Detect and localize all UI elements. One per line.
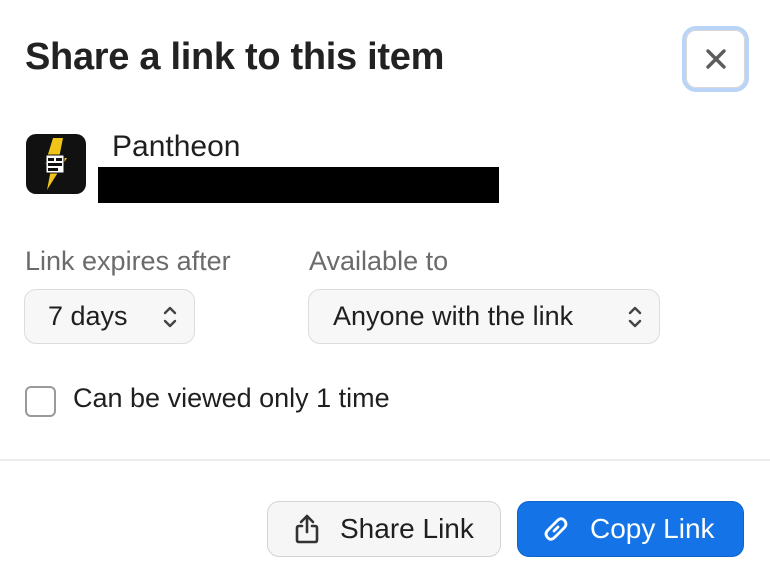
- share-icon: [294, 513, 320, 545]
- availability-select-value: Anyone with the link: [333, 301, 574, 331]
- availability-select[interactable]: Anyone with the link: [308, 289, 660, 344]
- expiry-select-value: 7 days: [48, 301, 128, 331]
- pantheon-app-icon: [26, 134, 86, 194]
- copy-link-button[interactable]: Copy Link: [517, 501, 744, 557]
- copy-link-label: Copy Link: [590, 513, 715, 544]
- chevron-updown-icon: [627, 304, 643, 330]
- item-name: Pantheon: [112, 130, 241, 163]
- available-to-label: Available to: [309, 246, 449, 276]
- redacted-item-detail: [98, 167, 499, 203]
- link-expires-label: Link expires after: [25, 246, 231, 276]
- close-button[interactable]: [682, 26, 749, 92]
- share-link-button[interactable]: Share Link: [267, 501, 501, 557]
- expiry-select[interactable]: 7 days: [24, 289, 195, 344]
- close-button-inner: [686, 30, 745, 88]
- link-icon: [540, 513, 572, 545]
- view-once-label: Can be viewed only 1 time: [73, 383, 390, 413]
- share-link-dialog: Share a link to this item Pantheon Link …: [0, 0, 770, 584]
- dialog-title: Share a link to this item: [25, 36, 445, 78]
- close-icon: [705, 49, 726, 69]
- chevron-updown-icon: [162, 304, 178, 330]
- view-once-checkbox[interactable]: [25, 386, 56, 417]
- share-link-label: Share Link: [340, 513, 474, 544]
- footer-divider: [0, 459, 770, 461]
